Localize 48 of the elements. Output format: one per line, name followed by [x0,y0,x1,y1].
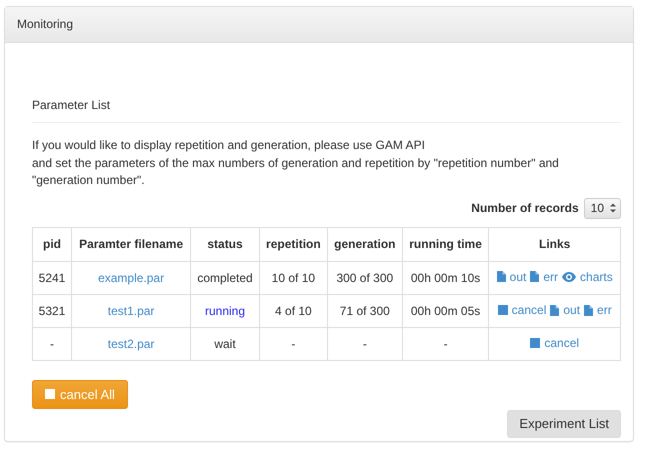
cancel-link[interactable]: cancel [530,336,580,350]
file-icon [496,271,506,282]
status-cell: completed [190,261,260,294]
log-link[interactable]: err [530,270,558,284]
panel-title: Monitoring [17,17,74,31]
column-header: Links [488,227,620,261]
records-label: Number of records [471,201,579,215]
file-icon [530,271,540,282]
cancel-all-button[interactable]: cancel All [32,380,128,408]
eye-icon [562,272,576,282]
column-header: running time [402,227,489,261]
table-cell: 4 of 10 [259,294,328,327]
log-link[interactable]: out [496,270,526,284]
file-icon [584,304,594,316]
charts-link[interactable]: charts [562,270,613,284]
status-cell: wait [190,327,260,360]
table-cell: - [402,327,489,360]
stop-icon [530,338,540,348]
stop-icon [45,389,55,399]
table-cell: 00h 00m 10s [402,261,489,294]
experiment-list-button[interactable]: Experiment List [507,410,621,438]
column-header: generation [327,227,402,261]
table-cell: 00h 00m 05s [402,294,489,327]
table-cell: - [259,327,328,360]
spinner-arrows-icon [610,203,616,213]
table-cell: 300 of 300 [327,261,402,294]
table-cell: 10 of 10 [259,261,328,294]
log-link[interactable]: out [550,303,580,317]
file-link[interactable]: test1.par [108,304,154,318]
column-header: Paramter filename [72,227,191,261]
notice-text: and set the parameters of the max numbers of generation and repetition by "repetition number" and "generation number". [32,154,560,189]
column-header: repetition [259,227,328,261]
table-cell: 71 of 300 [327,294,402,327]
file-link[interactable]: test2.par [108,336,154,350]
section-title: Parameter List [32,98,110,112]
table-cell: - [32,327,72,360]
log-link[interactable]: err [584,303,612,317]
column-header: status [190,227,260,261]
status-cell: running [190,294,260,327]
records-spinner[interactable]: 10 [584,198,621,218]
table-cell: 5321 [32,294,72,327]
column-header: pid [32,227,72,261]
stop-icon [498,305,508,315]
notice-text: If you would like to display repetition and generation, please use GAM API [32,137,426,154]
table-cell: 5241 [32,261,72,294]
cancel-link[interactable]: cancel [498,303,546,317]
file-icon [550,304,560,316]
table-cell: - [327,327,402,360]
